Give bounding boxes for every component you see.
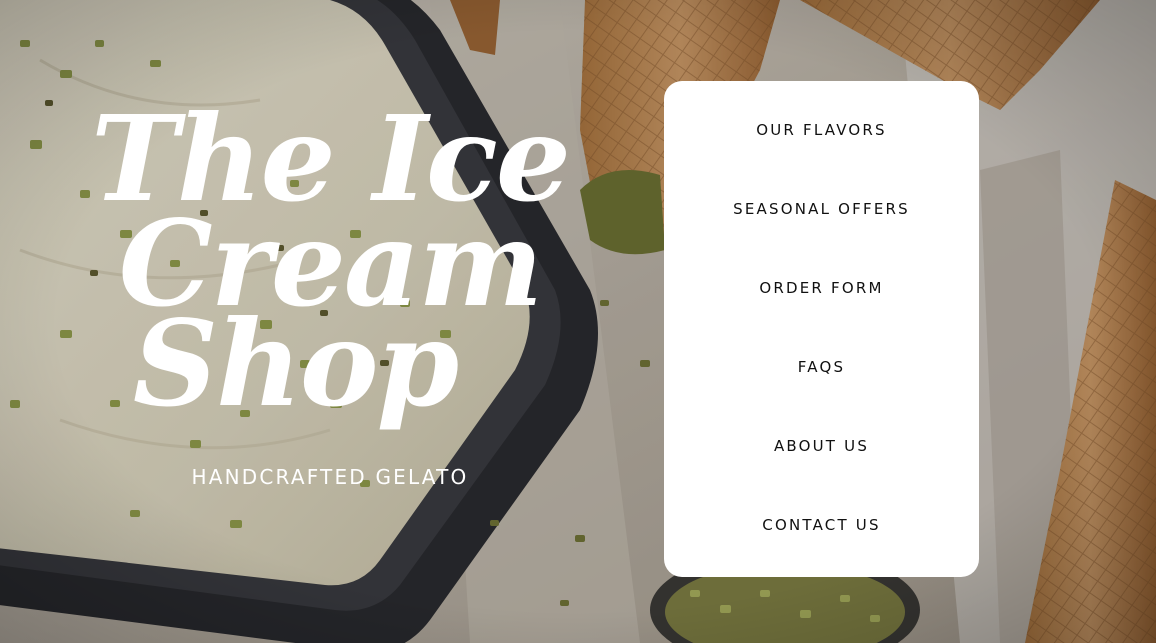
- nav-item-faqs[interactable]: FAQS: [664, 354, 979, 380]
- svg-text:Shop: Shop: [133, 294, 459, 433]
- nav-item-order-form[interactable]: ORDER FORM: [664, 275, 979, 301]
- brand-block: The Ice Cream Shop HANDCRAFTED GELATO: [60, 95, 600, 489]
- nav-menu-card: OUR FLAVORS SEASONAL OFFERS ORDER FORM F…: [664, 81, 979, 577]
- shop-logo-wordmark: The Ice Cream Shop: [91, 95, 571, 433]
- nav-item-our-flavors[interactable]: OUR FLAVORS: [664, 117, 979, 143]
- nav-item-contact-us[interactable]: CONTACT US: [664, 512, 979, 538]
- tagline: HANDCRAFTED GELATO: [191, 465, 469, 489]
- nav-item-about-us[interactable]: ABOUT US: [664, 433, 979, 459]
- nav-item-seasonal-offers[interactable]: SEASONAL OFFERS: [664, 196, 979, 222]
